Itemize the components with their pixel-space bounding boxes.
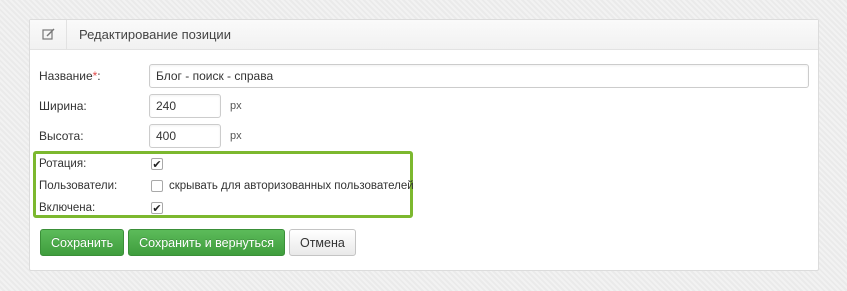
enabled-checkbox[interactable]: ✔ bbox=[151, 202, 163, 214]
rotation-label: Ротация: bbox=[39, 158, 87, 170]
hide-for-authorized-checkbox[interactable] bbox=[151, 180, 163, 192]
panel-header: Редактирование позиции bbox=[30, 20, 818, 50]
save-button[interactable]: Сохранить bbox=[40, 229, 125, 256]
users-label: Пользователи: bbox=[39, 180, 118, 192]
enabled-row: Включена: ✔ bbox=[39, 200, 163, 216]
width-label: Ширина: bbox=[39, 99, 87, 113]
hide-for-authorized-text: скрывать для авторизованных пользователе… bbox=[169, 180, 414, 192]
height-label: Высота: bbox=[39, 129, 84, 143]
enabled-label: Включена: bbox=[39, 202, 96, 214]
edit-icon bbox=[30, 20, 67, 49]
save-and-return-button[interactable]: Сохранить и вернуться bbox=[128, 229, 285, 256]
rotation-checkbox[interactable]: ✔ bbox=[151, 158, 163, 170]
form-actions: Сохранить Сохранить и вернуться Отмена bbox=[40, 229, 356, 256]
name-input[interactable] bbox=[149, 64, 809, 88]
edit-position-panel: Редактирование позиции Название*: Ширина… bbox=[29, 19, 819, 271]
name-row: Название*: bbox=[39, 64, 809, 88]
height-unit: px bbox=[230, 130, 242, 142]
height-input[interactable] bbox=[149, 124, 221, 148]
users-row: Пользователи: скрывать для авторизованны… bbox=[39, 178, 414, 194]
cancel-button[interactable]: Отмена bbox=[288, 229, 356, 256]
rotation-row: Ротация: ✔ bbox=[39, 156, 163, 172]
width-input[interactable] bbox=[149, 94, 221, 118]
height-row: Высота: px bbox=[39, 124, 242, 148]
width-unit: px bbox=[230, 100, 242, 112]
name-label: Название*: bbox=[39, 69, 101, 83]
panel-title: Редактирование позиции bbox=[79, 27, 231, 42]
width-row: Ширина: px bbox=[39, 94, 242, 118]
